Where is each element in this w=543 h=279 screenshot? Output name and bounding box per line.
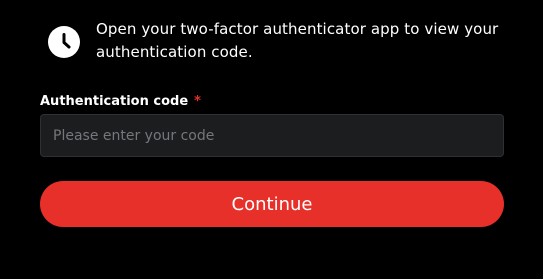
clock-icon (48, 26, 80, 58)
field-label-text: Authentication code (40, 94, 189, 109)
continue-button[interactable]: Continue (40, 181, 504, 227)
authentication-code-input[interactable] (40, 114, 504, 157)
info-text: Open your two-factor authenticator app t… (96, 20, 499, 61)
authentication-code-label: Authentication code * (40, 94, 201, 110)
info-message: Open your two-factor authenticator app t… (48, 18, 508, 64)
required-mark: * (194, 94, 201, 109)
